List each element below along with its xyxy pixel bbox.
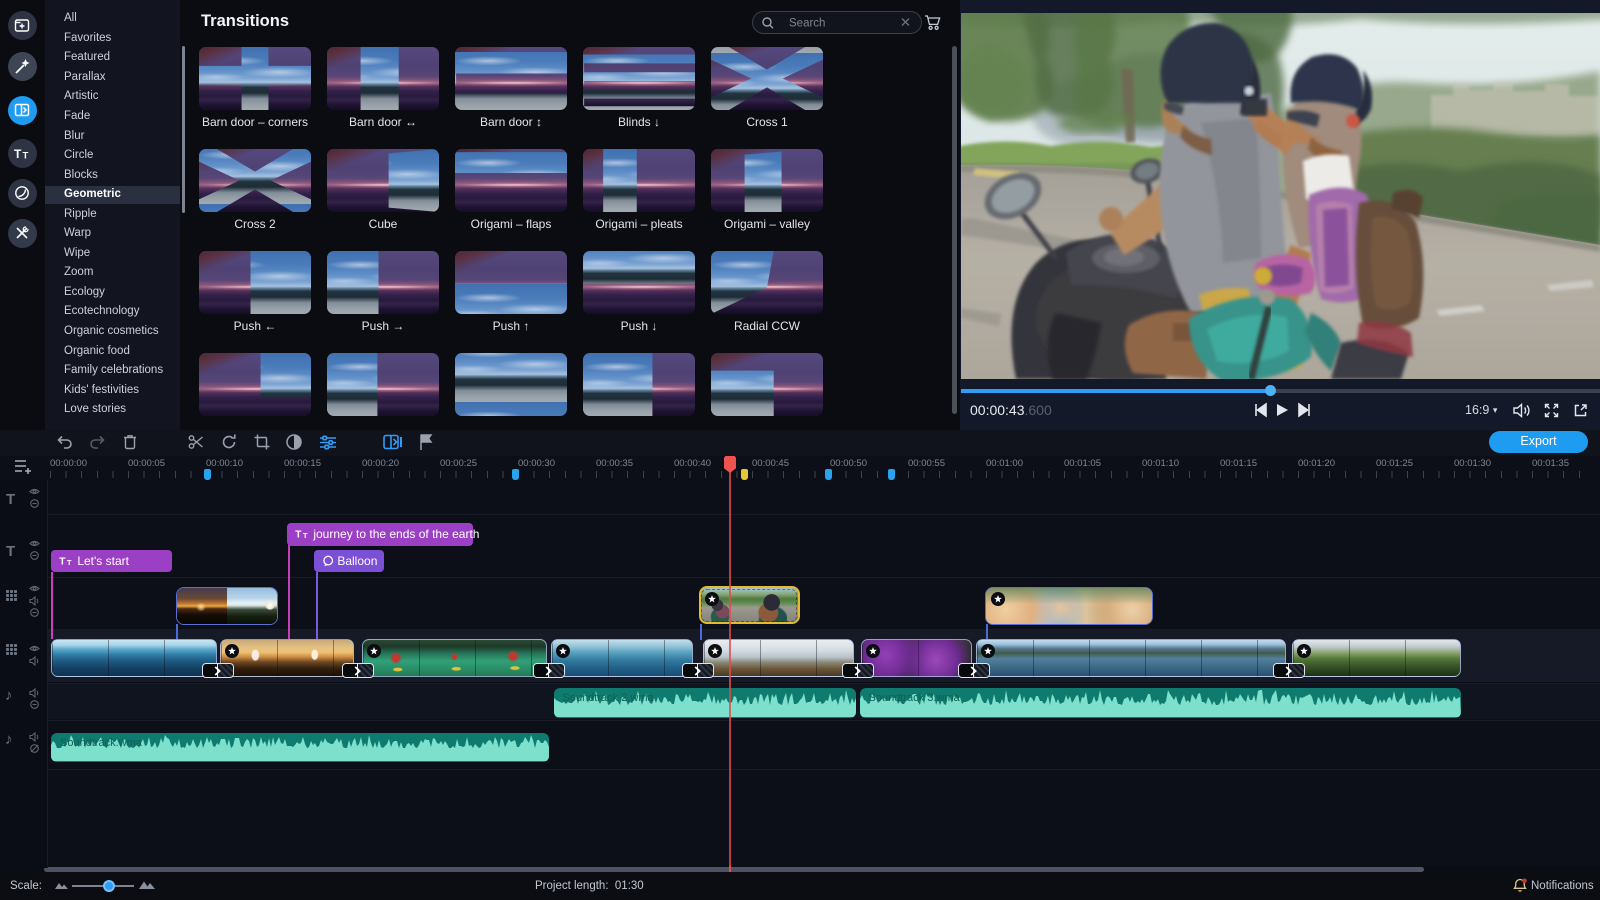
svg-text:T: T xyxy=(303,531,308,539)
svg-text:T: T xyxy=(59,556,66,566)
svg-text:T: T xyxy=(67,558,72,566)
svg-text:T: T xyxy=(22,150,28,160)
svg-text:T: T xyxy=(295,529,302,539)
svg-text:Search: Search xyxy=(789,18,825,30)
svg-text:T: T xyxy=(14,147,22,160)
